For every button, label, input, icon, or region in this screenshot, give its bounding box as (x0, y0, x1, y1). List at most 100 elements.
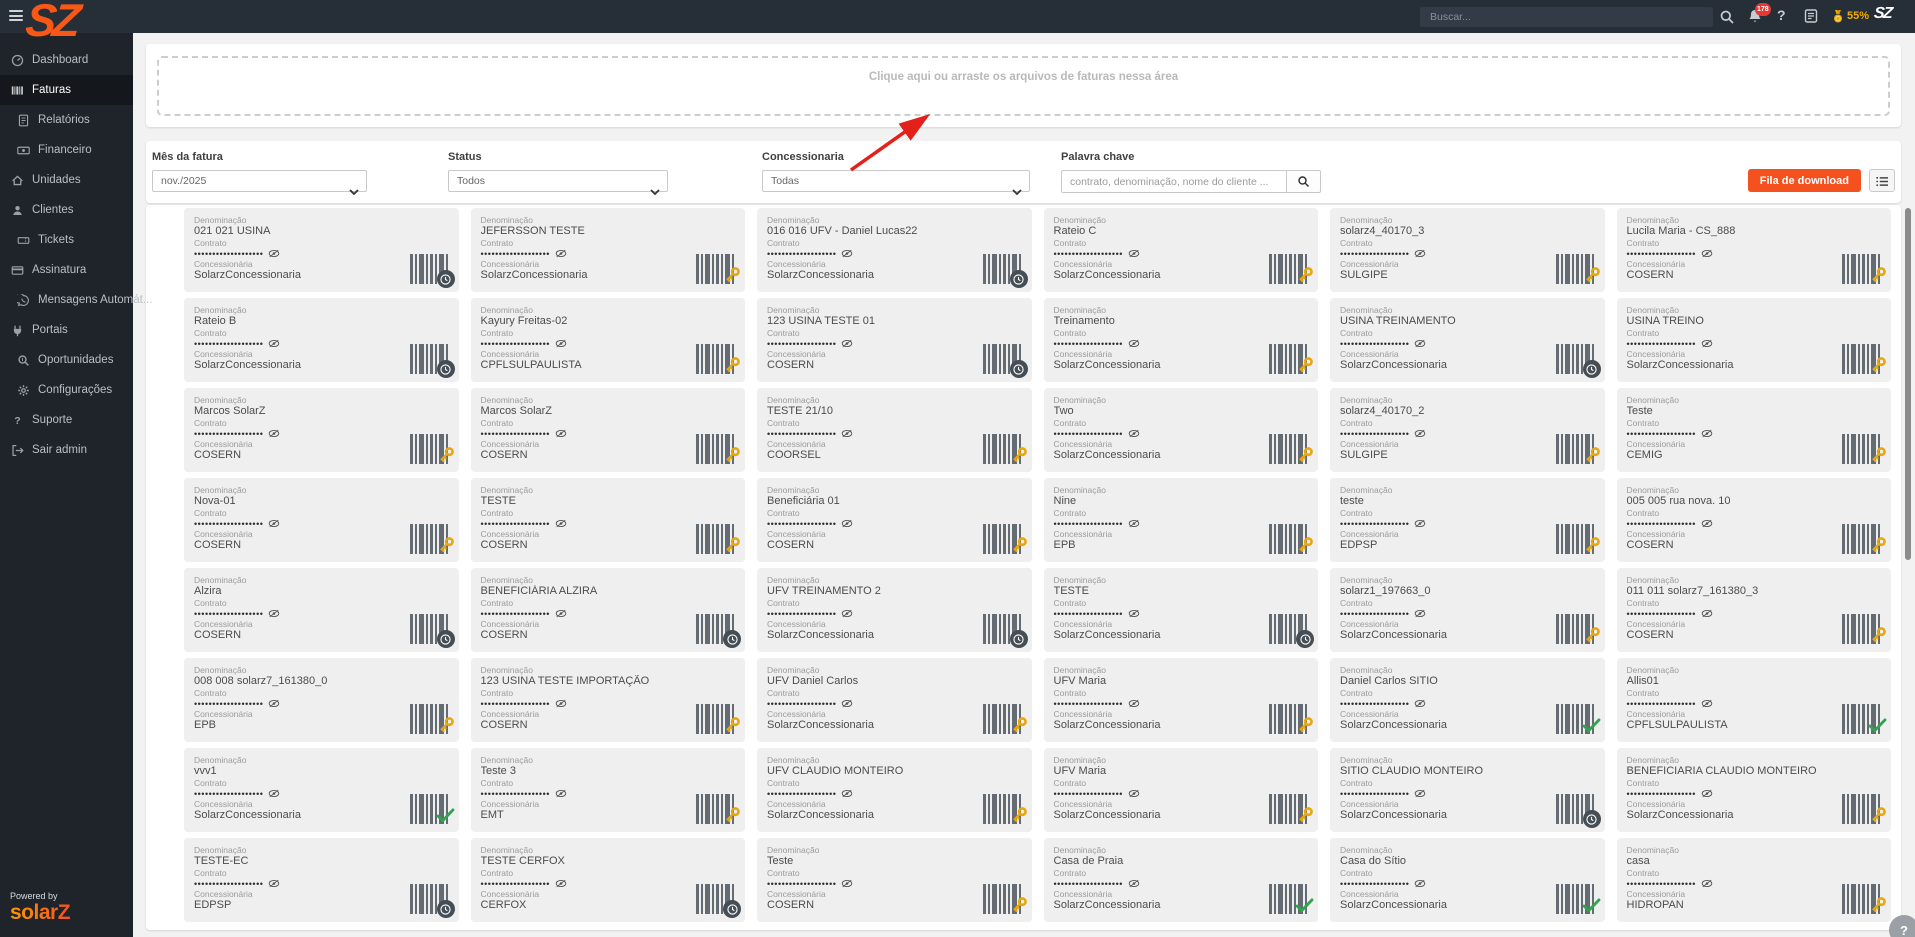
fatura-card[interactable]: DenominaçãoBENEFICIARIA CLAUDIO MONTEIRO… (1617, 748, 1892, 832)
reveal-contrato-icon[interactable] (268, 875, 280, 893)
fatura-card[interactable]: DenominaçãoTESTEContrato••••••••••••••••… (1044, 568, 1319, 652)
barcode-icon[interactable] (1842, 614, 1882, 644)
reveal-contrato-icon[interactable] (1701, 875, 1713, 893)
barcode-icon[interactable] (1842, 794, 1882, 824)
fatura-card[interactable]: DenominaçãoMarcos SolarZContrato••••••••… (184, 388, 459, 472)
barcode-icon[interactable] (983, 254, 1023, 284)
barcode-icon[interactable] (410, 524, 450, 554)
reveal-contrato-icon[interactable] (1701, 335, 1713, 353)
fatura-card[interactable]: Denominação021 021 USINAContrato••••••••… (184, 208, 459, 292)
reveal-contrato-icon[interactable] (841, 245, 853, 263)
fatura-card[interactable]: Denominaçãosolarz4_40170_3Contrato••••••… (1330, 208, 1605, 292)
fatura-card[interactable]: DenominaçãoJEFERSSON TESTEContrato••••••… (471, 208, 746, 292)
help-icon[interactable]: ? (1777, 7, 1786, 23)
reveal-contrato-icon[interactable] (268, 695, 280, 713)
sidebar-item-suporte[interactable]: ?Suporte (0, 405, 133, 435)
reveal-contrato-icon[interactable] (841, 515, 853, 533)
reveal-contrato-icon[interactable] (1414, 515, 1426, 533)
vertical-scrollbar[interactable] (1905, 208, 1911, 560)
fatura-card[interactable]: Denominação005 005 rua nova. 10Contrato•… (1617, 478, 1892, 562)
barcode-icon[interactable] (983, 344, 1023, 374)
reveal-contrato-icon[interactable] (268, 425, 280, 443)
fatura-card[interactable]: Denominaçãosolarz1_197663_0Contrato•••••… (1330, 568, 1605, 652)
sidebar-item-portais[interactable]: Portais (0, 315, 133, 345)
barcode-icon[interactable] (1269, 794, 1309, 824)
barcode-icon[interactable] (983, 884, 1023, 914)
reveal-contrato-icon[interactable] (1414, 335, 1426, 353)
search-icon[interactable] (1719, 9, 1735, 25)
sidebar-item-dashboard[interactable]: Dashboard (0, 45, 133, 75)
sidebar-item-tickets[interactable]: Tickets (0, 225, 133, 255)
status-filter-select[interactable]: Todos (448, 170, 668, 192)
reveal-contrato-icon[interactable] (1128, 875, 1140, 893)
barcode-icon[interactable] (696, 254, 736, 284)
user-avatar-logo[interactable]: SZ (1873, 5, 1892, 21)
sidebar-item-relat-rios[interactable]: Relatórios (0, 105, 133, 135)
barcode-icon[interactable] (1556, 704, 1596, 734)
reveal-contrato-icon[interactable] (1128, 695, 1140, 713)
sidebar-item-financeiro[interactable]: Financeiro (0, 135, 133, 165)
hamburger-menu-icon[interactable] (9, 10, 23, 22)
utility-filter-select[interactable]: Todas (762, 170, 1030, 192)
barcode-icon[interactable] (1842, 254, 1882, 284)
reveal-contrato-icon[interactable] (555, 425, 567, 443)
barcode-icon[interactable] (1842, 434, 1882, 464)
reveal-contrato-icon[interactable] (1128, 245, 1140, 263)
fatura-card[interactable]: DenominaçãoUSINA TREINOContrato•••••••••… (1617, 298, 1892, 382)
fatura-card[interactable]: Denominação123 USINA TESTE IMPORTAÇÃOCon… (471, 658, 746, 742)
reveal-contrato-icon[interactable] (555, 605, 567, 623)
reveal-contrato-icon[interactable] (268, 335, 280, 353)
file-dropzone[interactable]: Clique aqui ou arraste os arquivos de fa… (157, 56, 1890, 116)
barcode-icon[interactable] (1556, 254, 1596, 284)
reveal-contrato-icon[interactable] (555, 875, 567, 893)
fatura-card[interactable]: DenominaçãoTESTEContrato••••••••••••••••… (471, 478, 746, 562)
sidebar-item-unidades[interactable]: Unidades (0, 165, 133, 195)
barcode-icon[interactable] (1556, 344, 1596, 374)
barcode-icon[interactable] (1842, 524, 1882, 554)
barcode-icon[interactable] (410, 704, 450, 734)
fatura-card[interactable]: DenominaçãoSITIO CLAUDIO MONTEIROContrat… (1330, 748, 1605, 832)
reveal-contrato-icon[interactable] (841, 425, 853, 443)
global-search-input[interactable] (1420, 7, 1713, 27)
reveal-contrato-icon[interactable] (1701, 425, 1713, 443)
reveal-contrato-icon[interactable] (1701, 785, 1713, 803)
sidebar-item-sair-admin[interactable]: Sair admin (0, 435, 133, 465)
barcode-icon[interactable] (696, 434, 736, 464)
sidebar-item-assinatura[interactable]: Assinatura (0, 255, 133, 285)
barcode-icon[interactable] (1269, 524, 1309, 554)
list-view-button[interactable] (1869, 169, 1895, 192)
fatura-card[interactable]: DenominaçãoTESTE-ECContrato•••••••••••••… (184, 838, 459, 922)
fatura-card[interactable]: Denominaçãosolarz4_40170_2Contrato••••••… (1330, 388, 1605, 472)
fatura-card[interactable]: DenominaçãoUSINA TREINAMENTOContrato••••… (1330, 298, 1605, 382)
reveal-contrato-icon[interactable] (555, 785, 567, 803)
reveal-contrato-icon[interactable] (268, 515, 280, 533)
sidebar-item-oportunidades[interactable]: Oportunidades (0, 345, 133, 375)
barcode-icon[interactable] (696, 524, 736, 554)
reveal-contrato-icon[interactable] (1128, 425, 1140, 443)
barcode-icon[interactable] (1556, 794, 1596, 824)
reveal-contrato-icon[interactable] (268, 245, 280, 263)
barcode-icon[interactable] (1269, 614, 1309, 644)
fatura-card[interactable]: DenominaçãoRateio BContrato•••••••••••••… (184, 298, 459, 382)
reveal-contrato-icon[interactable] (1128, 335, 1140, 353)
sidebar-item-clientes[interactable]: Clientes (0, 195, 133, 225)
help-fab-button[interactable]: ? (1889, 915, 1915, 937)
fatura-card[interactable]: DenominaçãoUFV MariaContrato••••••••••••… (1044, 748, 1319, 832)
barcode-icon[interactable] (983, 614, 1023, 644)
fatura-card[interactable]: DenominaçãoBENEFICIÁRIA ALZIRAContrato••… (471, 568, 746, 652)
barcode-icon[interactable] (410, 884, 450, 914)
reveal-contrato-icon[interactable] (1701, 695, 1713, 713)
download-queue-button[interactable]: Fila de download (1748, 169, 1861, 192)
reveal-contrato-icon[interactable] (841, 605, 853, 623)
barcode-icon[interactable] (410, 254, 450, 284)
barcode-icon[interactable] (696, 614, 736, 644)
fatura-card[interactable]: DenominaçãoNova-01Contrato••••••••••••••… (184, 478, 459, 562)
fatura-card[interactable]: DenominaçãoKayury Freitas-02Contrato••••… (471, 298, 746, 382)
fatura-card[interactable]: Denominação016 016 UFV - Daniel Lucas22C… (757, 208, 1032, 292)
barcode-icon[interactable] (1842, 884, 1882, 914)
sidebar-item-configura-es[interactable]: Configurações (0, 375, 133, 405)
keyword-search-button[interactable] (1287, 170, 1321, 193)
fatura-card[interactable]: DenominaçãoAlziraContrato•••••••••••••••… (184, 568, 459, 652)
notifications-bell-icon[interactable]: 178 (1747, 8, 1763, 24)
fatura-card[interactable]: DenominaçãoTesteContrato••••••••••••••••… (757, 838, 1032, 922)
